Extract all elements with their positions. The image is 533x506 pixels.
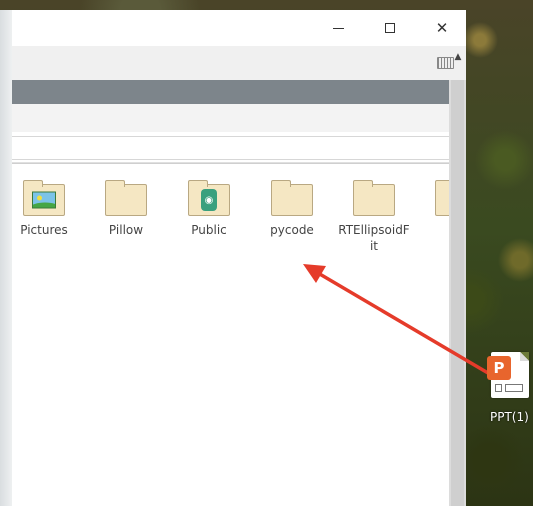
file-list: Pictures Pillow ◉ Public pycode RTEllips… [12,163,466,506]
powerpoint-icon: P [487,356,511,380]
navigation-bar [12,104,466,133]
folder-label: Pillow [108,223,144,237]
desktop-file-label[interactable]: PPT(1) [490,410,529,424]
share-icon: ◉ [201,189,217,211]
menu-bar [12,46,466,80]
title-bar[interactable]: ✕ [12,10,466,46]
vertical-scrollbar[interactable] [449,80,466,506]
folder-pictures[interactable]: Pictures [12,176,84,238]
folder-icon [105,180,147,216]
file-manager-window: ✕ Pictures Pillow ◉ Public pycode RTElli… [12,10,466,506]
folder-public[interactable]: ◉ Public [169,176,249,238]
scrollbar-thumb[interactable] [451,80,464,506]
path-field[interactable] [12,136,450,160]
folder-icon [271,180,313,216]
minimize-button[interactable] [326,16,350,40]
folder-pycode[interactable]: pycode [252,176,332,238]
scroll-up-icon[interactable]: ▲ [452,50,464,64]
folder-label: RTEllipsoidF it [338,223,410,253]
folder-rtellipsoidfit[interactable]: RTEllipsoidF it [334,176,414,254]
address-row [12,132,466,163]
toolbar [12,80,466,104]
folder-label: Pictures [20,223,68,237]
close-button[interactable]: ✕ [430,16,454,40]
folder-label: Public [191,223,227,237]
ppt-file-icon[interactable]: P [487,352,531,402]
close-icon: ✕ [435,19,449,37]
image-icon [32,191,56,209]
pictures-folder-icon [23,180,65,216]
folder-icon [353,180,395,216]
desktop-edge [0,10,12,506]
public-folder-icon: ◉ [188,180,230,216]
folder-label: pycode [270,223,314,237]
maximize-button[interactable] [378,16,402,40]
slide-icon [495,384,523,392]
folder-pillow[interactable]: Pillow [86,176,166,238]
